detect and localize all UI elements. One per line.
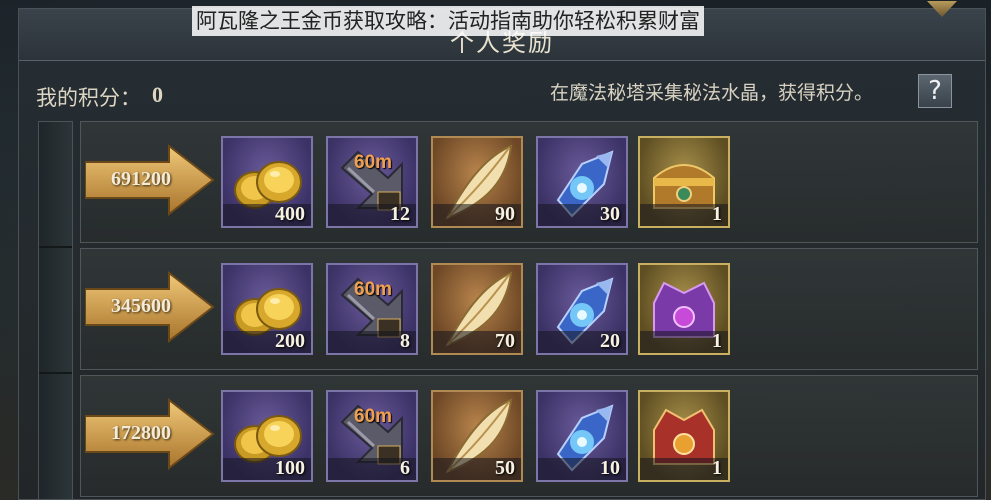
reward-item[interactable]: 200 — [221, 263, 313, 355]
reward-item[interactable]: 10 — [536, 390, 628, 482]
reward-count: 400 — [275, 203, 305, 225]
reward-item[interactable]: 400 — [221, 136, 313, 228]
reward-tier-row: 345600 200 60m 8 70 20 1 — [80, 248, 978, 370]
reward-count: 90 — [495, 203, 515, 225]
reward-item[interactable]: 1 — [638, 390, 730, 482]
reward-item[interactable]: 50 — [431, 390, 523, 482]
reward-item[interactable]: 60m 6 — [326, 390, 418, 482]
score-label: 我的积分： — [36, 86, 141, 110]
reward-count: 8 — [400, 330, 410, 352]
score-hint: 在魔法秘塔采集秘法水晶，获得积分。 — [550, 82, 874, 104]
reward-item[interactable]: 90 — [431, 136, 523, 228]
tier-sidebar — [38, 121, 73, 500]
reward-item[interactable]: 30 — [536, 136, 628, 228]
reward-item[interactable]: 1 — [638, 263, 730, 355]
reward-count: 6 — [400, 457, 410, 479]
reward-count: 1 — [712, 457, 722, 479]
reward-count: 10 — [600, 457, 620, 479]
duration-badge: 60m — [354, 406, 393, 427]
reward-count: 70 — [495, 330, 515, 352]
reward-item[interactable]: 20 — [536, 263, 628, 355]
reward-item[interactable]: 1 — [638, 136, 730, 228]
reward-count: 1 — [712, 203, 722, 225]
reward-count: 20 — [600, 330, 620, 352]
reward-count: 100 — [275, 457, 305, 479]
reward-item[interactable]: 70 — [431, 263, 523, 355]
duration-badge: 60m — [354, 279, 393, 300]
score-value: 0 — [152, 82, 163, 107]
tier-threshold: 345600 — [111, 295, 171, 317]
reward-count: 30 — [600, 203, 620, 225]
reward-item[interactable]: 100 — [221, 390, 313, 482]
tier-threshold: 691200 — [111, 168, 171, 190]
reward-count: 1 — [712, 330, 722, 352]
reward-count: 12 — [390, 203, 410, 225]
duration-badge: 60m — [354, 152, 393, 173]
reward-item[interactable]: 60m 8 — [326, 263, 418, 355]
tier-threshold: 172800 — [111, 422, 171, 444]
reward-tier-row: 172800 100 60m 6 50 10 1 — [80, 375, 978, 497]
reward-item[interactable]: 60m 12 — [326, 136, 418, 228]
article-caption: 阿瓦隆之王金币获取攻略：活动指南助你轻松积累财富 — [192, 6, 704, 36]
reward-tier-row: 691200 400 60m 12 90 30 1 — [80, 121, 978, 243]
reward-count: 200 — [275, 330, 305, 352]
sidebar-divider — [39, 246, 72, 248]
sidebar-divider — [39, 372, 72, 374]
help-button[interactable]: ? — [918, 74, 952, 108]
header-ornament-icon — [927, 1, 957, 17]
reward-count: 50 — [495, 457, 515, 479]
